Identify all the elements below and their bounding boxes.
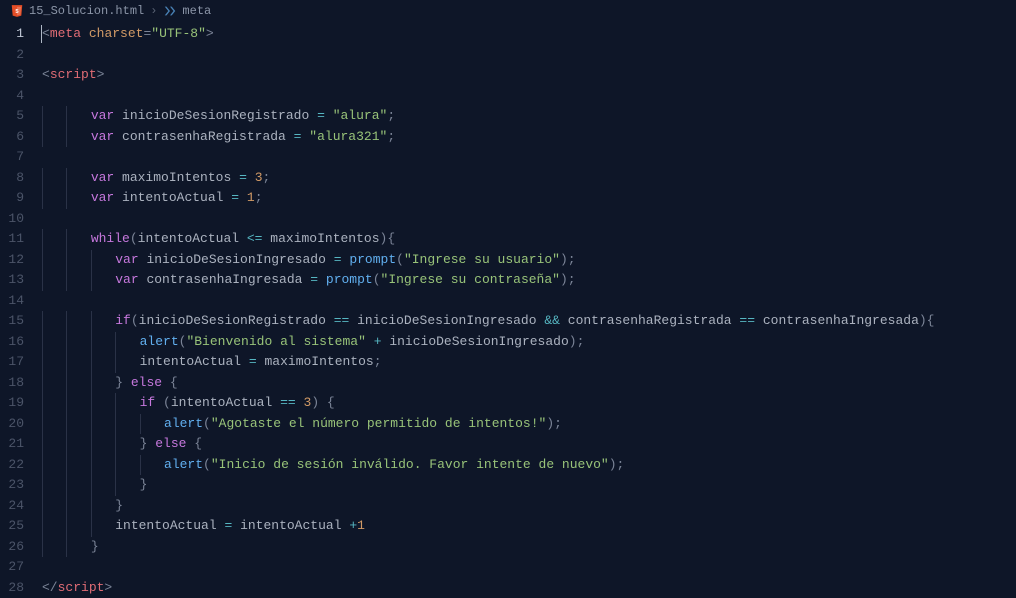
html-file-icon: 5 — [10, 4, 24, 18]
code-line[interactable] — [42, 557, 1016, 578]
code-line[interactable]: } — [42, 496, 1016, 517]
code-line[interactable]: var inicioDeSesionIngresado = prompt("In… — [42, 250, 1016, 271]
code-line[interactable] — [42, 291, 1016, 312]
code-line[interactable] — [42, 147, 1016, 168]
code-line[interactable]: if (intentoActual == 3) { — [42, 393, 1016, 414]
line-number: 2 — [0, 45, 24, 66]
line-number: 17 — [0, 352, 24, 373]
chevron-right-icon: › — [150, 4, 157, 18]
code-line[interactable]: } else { — [42, 373, 1016, 394]
code-line[interactable] — [42, 209, 1016, 230]
line-number: 28 — [0, 578, 24, 598]
line-number: 3 — [0, 65, 24, 86]
code-line[interactable]: var intentoActual = 1; — [42, 188, 1016, 209]
line-number: 13 — [0, 270, 24, 291]
line-number: 16 — [0, 332, 24, 353]
code-line[interactable]: } — [42, 475, 1016, 496]
code-line[interactable]: alert("Agotaste el número permitido de i… — [42, 414, 1016, 435]
code-line[interactable]: var contrasenhaRegistrada = "alura321"; — [42, 127, 1016, 148]
line-number: 15 — [0, 311, 24, 332]
breadcrumb-file[interactable]: 15_Solucion.html — [29, 4, 144, 18]
code-line[interactable]: var inicioDeSesionRegistrado = "alura"; — [42, 106, 1016, 127]
symbol-tag-icon — [163, 4, 177, 18]
line-number: 19 — [0, 393, 24, 414]
line-number: 4 — [0, 86, 24, 107]
line-number: 18 — [0, 373, 24, 394]
line-number: 25 — [0, 516, 24, 537]
code-line[interactable]: </script> — [42, 578, 1016, 598]
code-line[interactable]: <script> — [42, 65, 1016, 86]
code-line[interactable]: } else { — [42, 434, 1016, 455]
line-number: 10 — [0, 209, 24, 230]
line-number: 27 — [0, 557, 24, 578]
code-line[interactable]: var contrasenhaIngresada = prompt("Ingre… — [42, 270, 1016, 291]
breadcrumb-symbol[interactable]: meta — [182, 4, 211, 18]
code-editor[interactable]: 1234567891011121314151617181920212223242… — [0, 22, 1016, 597]
line-number: 23 — [0, 475, 24, 496]
line-number: 8 — [0, 168, 24, 189]
line-number: 26 — [0, 537, 24, 558]
line-number: 6 — [0, 127, 24, 148]
breadcrumb[interactable]: 5 15_Solucion.html › meta — [0, 0, 1016, 22]
code-line[interactable]: intentoActual = intentoActual +1 — [42, 516, 1016, 537]
code-line[interactable] — [42, 86, 1016, 107]
code-line[interactable]: while(intentoActual <= maximoIntentos){ — [42, 229, 1016, 250]
line-number-gutter: 1234567891011121314151617181920212223242… — [0, 22, 42, 597]
line-number: 9 — [0, 188, 24, 209]
line-number: 11 — [0, 229, 24, 250]
code-line[interactable]: var maximoIntentos = 3; — [42, 168, 1016, 189]
code-line[interactable]: if(inicioDeSesionRegistrado == inicioDeS… — [42, 311, 1016, 332]
code-line[interactable]: intentoActual = maximoIntentos; — [42, 352, 1016, 373]
line-number: 7 — [0, 147, 24, 168]
code-line[interactable]: alert("Bienvenido al sistema" + inicioDe… — [42, 332, 1016, 353]
line-number: 24 — [0, 496, 24, 517]
line-number: 5 — [0, 106, 24, 127]
code-line[interactable]: alert("Inicio de sesión inválido. Favor … — [42, 455, 1016, 476]
line-number: 21 — [0, 434, 24, 455]
line-number: 14 — [0, 291, 24, 312]
code-line[interactable] — [42, 45, 1016, 66]
line-number: 12 — [0, 250, 24, 271]
code-line[interactable]: <meta charset="UTF-8"> — [42, 24, 1016, 45]
code-line[interactable]: } — [42, 537, 1016, 558]
code-area[interactable]: <meta charset="UTF-8"> <script> var inici… — [42, 22, 1016, 597]
line-number: 22 — [0, 455, 24, 476]
line-number: 1 — [0, 24, 24, 45]
line-number: 20 — [0, 414, 24, 435]
